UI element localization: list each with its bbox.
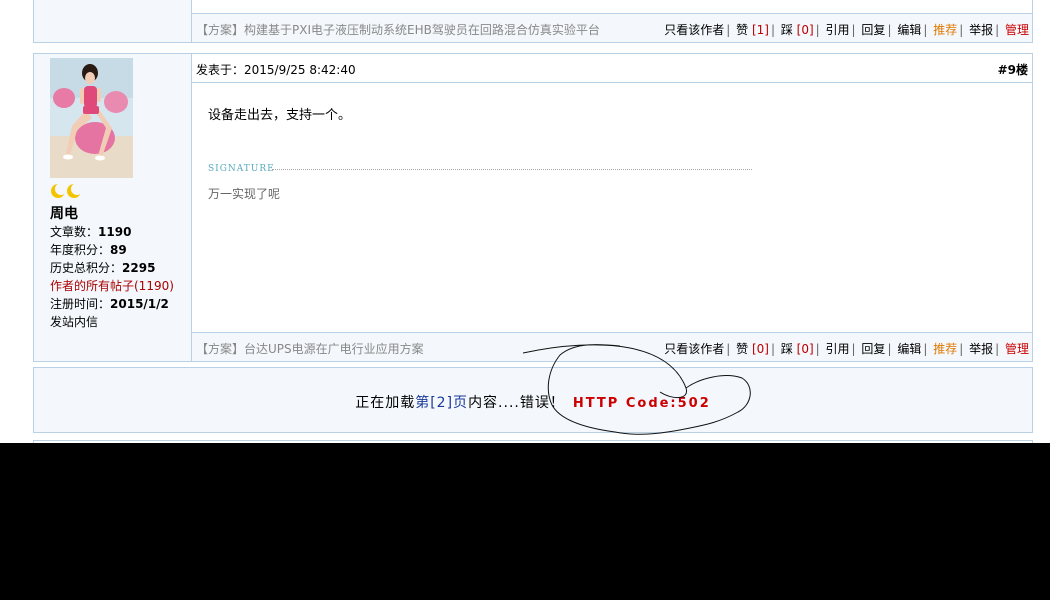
send-message-link[interactable]: 发站内信 bbox=[50, 315, 98, 329]
report-link[interactable]: 举报 bbox=[969, 342, 993, 356]
manage-link[interactable]: 管理 bbox=[1005, 23, 1029, 37]
signature-label: SIGNATURE bbox=[208, 164, 275, 174]
like-link[interactable]: 赞 bbox=[736, 342, 748, 356]
like-link[interactable]: 赞 bbox=[736, 23, 748, 37]
post-header: 发表于：2015/9/25 8:42:40 #9楼 bbox=[192, 54, 1032, 83]
author-name[interactable]: 周电 bbox=[50, 203, 78, 223]
avatar-image bbox=[50, 58, 133, 178]
only-author-link[interactable]: 只看该作者 bbox=[664, 342, 724, 356]
floor-number[interactable]: #9楼 bbox=[998, 61, 1028, 78]
previous-post-footer: 【方案】构建基于PXI电子液压制动系统EHB驾驶员在回路混合仿真实验平台 只看该… bbox=[192, 13, 1032, 42]
black-region bbox=[0, 443, 1050, 600]
page-loading-box: 正在加载第[2]页内容....错误！ HTTP Code:502 bbox=[33, 367, 1033, 433]
total-points-row: 历史总积分：2295 bbox=[50, 261, 156, 275]
loading-suffix: 内容....错误！ bbox=[468, 395, 565, 411]
only-author-link[interactable]: 只看该作者 bbox=[664, 23, 724, 37]
author-stats: 文章数：1190 年度积分：89 历史总积分：2295 作者的所有帖子(1190… bbox=[50, 223, 174, 331]
related-category: 【方案】 bbox=[196, 342, 245, 356]
previous-post-author-column bbox=[34, 0, 192, 42]
edit-link[interactable]: 编辑 bbox=[897, 23, 921, 37]
signature-divider bbox=[272, 169, 752, 170]
manage-link[interactable]: 管理 bbox=[1005, 342, 1029, 356]
loading-prefix: 正在加载 bbox=[355, 395, 416, 411]
author-column: 周电 文章数：1190 年度积分：89 历史总积分：2295 作者的所有帖子(1… bbox=[34, 54, 192, 361]
loading-message: 正在加载第[2]页内容....错误！ HTTP Code:502 bbox=[34, 392, 1032, 412]
report-link[interactable]: 举报 bbox=[969, 23, 993, 37]
related-title-link[interactable]: 构建基于PXI电子液压制动系统EHB驾驶员在回路混合仿真实验平台 bbox=[244, 23, 600, 37]
reply-link[interactable]: 回复 bbox=[861, 342, 885, 356]
dislike-count: [0] bbox=[796, 23, 814, 37]
post-content: 设备走出去，支持一个。 bbox=[208, 108, 352, 123]
dislike-link[interactable]: 踩 bbox=[781, 23, 793, 37]
previous-post: 【方案】构建基于PXI电子液压制动系统EHB驾驶员在回路混合仿真实验平台 只看该… bbox=[33, 0, 1033, 43]
previous-post-related[interactable]: 【方案】构建基于PXI电子液压制动系统EHB驾驶员在回路混合仿真实验平台 bbox=[196, 21, 600, 38]
post-time: 发表于：2015/9/25 8:42:40 bbox=[196, 63, 356, 77]
quote-link[interactable]: 引用 bbox=[826, 23, 850, 37]
post-footer: 【方案】台达UPS电源在广电行业应用方案 只看该作者 | 赞 [0] | 踩 [0]… bbox=[192, 332, 1032, 361]
signature-text: 万一实现了呢 bbox=[208, 187, 281, 201]
moon-level-icon bbox=[50, 183, 84, 202]
post-count-row: 文章数：1190 bbox=[50, 225, 132, 239]
loading-page-number: 第[2]页 bbox=[415, 395, 469, 411]
register-date-row: 注册时间：2015/1/2 bbox=[50, 297, 169, 311]
post-actions: 只看该作者 | 赞 [0] | 踩 [0] | 引用 | 回复 | 编辑 | 推荐 | 举报 |… bbox=[664, 342, 1029, 356]
reply-link[interactable]: 回复 bbox=[861, 23, 885, 37]
forum-post: 周电 文章数：1190 年度积分：89 历史总积分：2295 作者的所有帖子(1… bbox=[33, 53, 1033, 362]
related-category: 【方案】 bbox=[196, 23, 245, 37]
like-count: [0] bbox=[751, 342, 769, 356]
recommend-link[interactable]: 推荐 bbox=[933, 342, 957, 356]
quote-link[interactable]: 引用 bbox=[826, 342, 850, 356]
like-count: [1] bbox=[751, 23, 769, 37]
previous-post-actions: 只看该作者 | 赞 [1] | 踩 [0] | 引用 | 回复 | 编辑 | 推荐 | 举报 |… bbox=[664, 23, 1029, 37]
recommend-link[interactable]: 推荐 bbox=[933, 23, 957, 37]
avatar[interactable] bbox=[50, 58, 133, 178]
edit-link[interactable]: 编辑 bbox=[897, 342, 921, 356]
all-posts-link[interactable]: 作者的所有帖子(1190) bbox=[50, 279, 174, 293]
year-points-row: 年度积分：89 bbox=[50, 243, 127, 257]
related-title-link[interactable]: 台达UPS电源在广电行业应用方案 bbox=[244, 342, 424, 356]
dislike-count: [0] bbox=[796, 342, 814, 356]
dislike-link[interactable]: 踩 bbox=[781, 342, 793, 356]
post-related[interactable]: 【方案】台达UPS电源在广电行业应用方案 bbox=[196, 340, 424, 357]
http-error-code: HTTP Code:502 bbox=[572, 396, 711, 411]
